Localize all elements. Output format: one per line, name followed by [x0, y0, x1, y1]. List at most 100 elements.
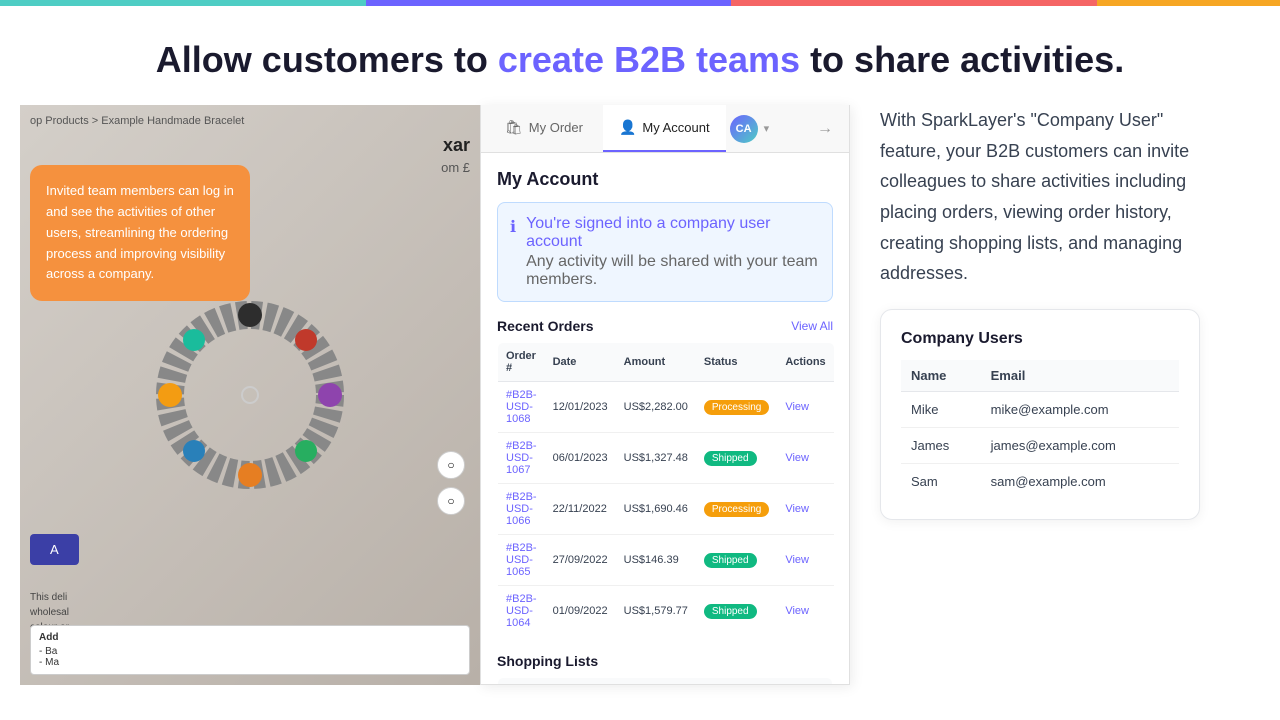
order-number: #B2B-USD-1065 [498, 535, 545, 586]
company-user-banner: ℹ You're signed into a company user acco… [497, 202, 833, 302]
icon-circle-2: ○ [437, 487, 465, 515]
tab-order-label: My Order [529, 120, 583, 135]
next-arrow[interactable]: → [809, 106, 841, 152]
users-table: Name Email Mike mike@example.com James j… [901, 360, 1179, 499]
account-content: My Account ℹ You're signed into a compan… [481, 153, 849, 685]
color-bar-red [731, 0, 1097, 6]
table-row: Sam sam@example.com [901, 463, 1179, 499]
product-price-overlay: om £ [441, 160, 470, 175]
description-text: With SparkLayer's "Company User" feature… [880, 105, 1220, 289]
product-address-box: Add - Ba - Ma [30, 625, 470, 675]
order-status: Shipped [696, 586, 777, 637]
breadcrumb: op Products > Example Handmade Bracelet [30, 115, 244, 127]
order-date: 06/01/2023 [545, 433, 616, 484]
order-date: 22/11/2022 [545, 484, 616, 535]
page-title: Allow customers to create B2B teams to s… [20, 38, 1260, 81]
order-action: View [777, 433, 834, 484]
col-actions: Actions [777, 343, 834, 382]
color-bar-teal [0, 0, 366, 6]
company-users-card: Company Users Name Email Mike mike@examp… [880, 309, 1200, 520]
order-action: View [777, 535, 834, 586]
order-number: #B2B-USD-1068 [498, 382, 545, 433]
recent-orders-title: Recent Orders [497, 318, 593, 334]
title-plain1: Allow customers to [156, 39, 488, 80]
order-date: 27/09/2022 [545, 535, 616, 586]
col-user-name: Name [901, 360, 981, 392]
order-amount: US$1,690.46 [616, 484, 696, 535]
add-to-cart-button[interactable]: A [30, 534, 79, 565]
order-icon: 🛍 [505, 119, 523, 136]
order-status: Processing [696, 382, 777, 433]
user-name: Sam [901, 463, 981, 499]
tooltip-box: Invited team members can log in and see … [30, 165, 250, 301]
table-row: #B2B-USD-1068 12/01/2023 US$2,282.00 Pro… [498, 382, 835, 433]
col-list-actions: Actions [733, 678, 833, 686]
info-icon: ℹ [510, 217, 516, 289]
user-avatar[interactable]: CA [730, 115, 758, 143]
title-highlight: create B2B teams [498, 39, 800, 80]
order-number: #B2B-USD-1064 [498, 586, 545, 637]
order-amount: US$2,282.00 [616, 382, 696, 433]
user-name: Mike [901, 391, 981, 427]
order-status: Processing [696, 484, 777, 535]
right-panel: With SparkLayer's "Company User" feature… [850, 105, 1260, 685]
order-status: Shipped [696, 535, 777, 586]
col-user-email: Email [981, 360, 1179, 392]
banner-text: You're signed into a company user accoun… [526, 215, 820, 289]
order-action: View [777, 382, 834, 433]
tab-bar: 🛍 My Order 👤 My Account CA ▾ → [481, 105, 849, 153]
left-panel: op Products > Example Handmade Bracelet … [20, 105, 480, 685]
user-email: james@example.com [981, 427, 1179, 463]
table-row: James james@example.com [901, 427, 1179, 463]
user-email: mike@example.com [981, 391, 1179, 427]
banner-subtitle: Any activity will be shared with your te… [526, 253, 820, 289]
table-row: #B2B-USD-1064 01/09/2022 US$1,579.77 Shi… [498, 586, 835, 637]
icon-circle-1: ○ [437, 451, 465, 479]
title-plain2: to share activities. [810, 39, 1124, 80]
col-list-name: Name [498, 678, 602, 686]
shopping-table: Name Last Updated Actions Winter List 27… [497, 677, 833, 685]
banner-title: You're signed into a company user accoun… [526, 215, 820, 251]
order-action: View [777, 484, 834, 535]
view-all-link[interactable]: View All [791, 319, 833, 333]
table-row: Mike mike@example.com [901, 391, 1179, 427]
user-email: sam@example.com [981, 463, 1179, 499]
order-status: Shipped [696, 433, 777, 484]
order-number: #B2B-USD-1066 [498, 484, 545, 535]
col-date: Date [545, 343, 616, 382]
table-row: #B2B-USD-1066 22/11/2022 US$1,690.46 Pro… [498, 484, 835, 535]
order-date: 12/01/2023 [545, 382, 616, 433]
order-amount: US$1,579.77 [616, 586, 696, 637]
order-action: View [777, 586, 834, 637]
main-content: op Products > Example Handmade Bracelet … [0, 105, 1280, 685]
product-icons: ○ ○ [437, 451, 465, 515]
top-color-bar [0, 0, 1280, 6]
col-amount: Amount [616, 343, 696, 382]
shopping-lists-section: Shopping Lists Name Last Updated Actions… [497, 653, 833, 685]
shopping-lists-title: Shopping Lists [497, 653, 598, 669]
tab-my-order[interactable]: 🛍 My Order [489, 105, 599, 152]
table-row: #B2B-USD-1067 06/01/2023 US$1,327.48 Shi… [498, 433, 835, 484]
col-last-updated: Last Updated [602, 678, 733, 686]
page-header: Allow customers to create B2B teams to s… [0, 6, 1280, 105]
account-panel: 🛍 My Order 👤 My Account CA ▾ → My Accoun… [480, 105, 850, 685]
dropdown-chevron[interactable]: ▾ [762, 122, 772, 135]
orders-table: Order # Date Amount Status Actions #B2B-… [497, 342, 835, 637]
order-date: 01/09/2022 [545, 586, 616, 637]
shopping-lists-header: Shopping Lists [497, 653, 833, 669]
account-icon: 👤 [619, 119, 636, 136]
recent-orders-header: Recent Orders View All [497, 318, 833, 334]
table-row: #B2B-USD-1065 27/09/2022 US$146.39 Shipp… [498, 535, 835, 586]
tab-account-label: My Account [642, 120, 709, 135]
col-order-num: Order # [498, 343, 545, 382]
bracelet-image [140, 285, 360, 505]
account-section-title: My Account [497, 169, 833, 190]
color-bar-orange [1097, 0, 1280, 6]
company-card-title: Company Users [901, 330, 1179, 348]
tab-my-account[interactable]: 👤 My Account [603, 105, 726, 152]
product-title-overlay: xar [443, 135, 470, 156]
order-amount: US$146.39 [616, 535, 696, 586]
order-amount: US$1,327.48 [616, 433, 696, 484]
col-status: Status [696, 343, 777, 382]
order-number: #B2B-USD-1067 [498, 433, 545, 484]
